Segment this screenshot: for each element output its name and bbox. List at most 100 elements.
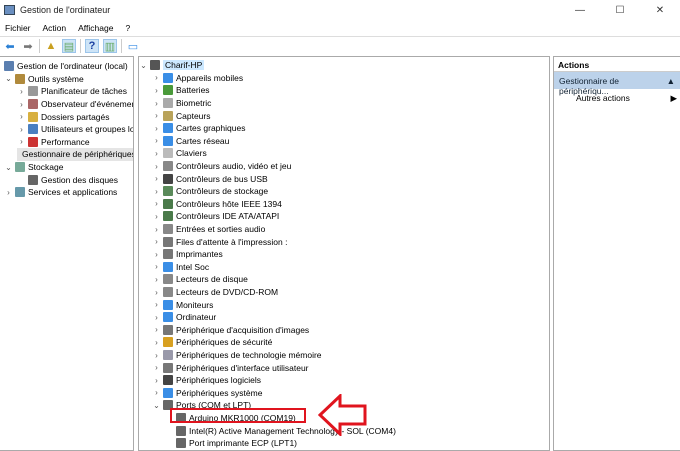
device-category[interactable]: › Files d'attente à l'impression :	[152, 235, 287, 248]
device-category-icon	[163, 98, 173, 109]
maximize-button[interactable]: ☐	[600, 0, 640, 20]
device-category[interactable]: › Cartes réseau	[152, 135, 229, 148]
device-category[interactable]: › Entrées et sorties audio	[152, 223, 265, 236]
chevron-right-icon[interactable]: ›	[17, 100, 26, 109]
device-category[interactable]: › Périphériques de technologie mémoire	[152, 349, 322, 362]
menu-affichage[interactable]: Affichage	[78, 23, 113, 33]
chevron-right-icon[interactable]: ›	[152, 99, 161, 108]
chevron-right-icon[interactable]: ›	[152, 325, 161, 334]
chevron-right-icon[interactable]: ›	[152, 250, 161, 259]
chevron-right-icon[interactable]: ›	[152, 162, 161, 171]
chevron-right-icon[interactable]: ›	[152, 275, 161, 284]
tree-item[interactable]: ⌄ Stockage	[4, 161, 63, 174]
chevron-right-icon[interactable]: ›	[152, 212, 161, 221]
chevron-right-icon[interactable]: ›	[17, 112, 26, 121]
chevron-right-icon[interactable]: ›	[152, 199, 161, 208]
chevron-right-icon[interactable]: ›	[152, 174, 161, 183]
chevron-right-icon[interactable]: ›	[152, 149, 161, 158]
device-category-label: Lecteurs de DVD/CD-ROM	[176, 287, 279, 298]
device-category-icon	[163, 274, 173, 285]
device-category[interactable]: › Ordinateur	[152, 311, 216, 324]
device-category[interactable]: › Appareils mobiles	[152, 72, 243, 85]
chevron-right-icon[interactable]: ›	[152, 363, 161, 372]
device-category[interactable]: › Biometric	[152, 97, 211, 110]
chevron-right-icon[interactable]: ›	[152, 300, 161, 309]
tree-item[interactable]: › Observateur d'événements	[17, 98, 133, 111]
chevron-right-icon[interactable]: ›	[152, 351, 161, 360]
device-category[interactable]: › Contrôleurs audio, vidéo et jeu	[152, 160, 291, 173]
tree-item[interactable]: › Planificateur de tâches	[17, 85, 127, 98]
tree-item[interactable]: ⌄ Outils système	[4, 73, 84, 86]
chevron-right-icon[interactable]: ›	[152, 86, 161, 95]
chevron-down-icon[interactable]: ⌄	[4, 74, 13, 83]
close-button[interactable]: ✕	[640, 0, 680, 20]
device-category[interactable]: › Périphériques système	[152, 387, 262, 400]
device-category[interactable]: › Périphériques de sécurité	[152, 336, 272, 349]
chevron-down-icon[interactable]: ⌄	[152, 401, 161, 410]
tree-item-label: Gestionnaire de périphériques	[22, 149, 134, 160]
device-category[interactable]: › Moniteurs	[152, 298, 213, 311]
tree-item[interactable]: Gestion de l'ordinateur (local)	[0, 60, 128, 73]
device-category[interactable]: › Contrôleurs IDE ATA/ATAPI	[152, 210, 279, 223]
device-category[interactable]: › Lecteurs de DVD/CD-ROM	[152, 286, 278, 299]
chevron-right-icon[interactable]: ›	[152, 73, 161, 82]
device-category[interactable]: › Périphériques logiciels	[152, 374, 261, 387]
chevron-right-icon[interactable]: ›	[152, 262, 161, 271]
port-device[interactable]: Port imprimante ECP (LPT1)	[165, 437, 297, 450]
chevron-right-icon[interactable]: ›	[152, 388, 161, 397]
chevron-right-icon[interactable]: ›	[17, 137, 26, 146]
chevron-down-icon[interactable]: ⌄	[4, 163, 13, 172]
device-category[interactable]: › Imprimantes	[152, 248, 223, 261]
chevron-right-icon[interactable]: ›	[152, 225, 161, 234]
actions-section[interactable]: Gestionnaire de périphériqu... ▲	[554, 72, 680, 96]
device-category[interactable]: › Contrôleurs hôte IEEE 1394	[152, 198, 282, 211]
chevron-right-icon[interactable]: ›	[152, 187, 161, 196]
tree-item[interactable]: › Dossiers partagés	[17, 110, 110, 123]
device-category[interactable]: › Cartes graphiques	[152, 122, 245, 135]
device-category[interactable]: › Intel Soc	[152, 261, 209, 274]
tree-item[interactable]: Gestionnaire de périphériques	[17, 148, 133, 161]
menu-action[interactable]: Action	[43, 23, 67, 33]
chevron-right-icon[interactable]: ›	[17, 87, 26, 96]
chevron-right-icon[interactable]: ›	[4, 188, 13, 197]
tree-item[interactable]: › Services et applications	[4, 186, 117, 199]
chevron-right-icon[interactable]: ›	[152, 376, 161, 385]
computer-node[interactable]: ⌄ Charif-HP	[139, 59, 205, 72]
show-hide-tree-icon[interactable]: ▤	[62, 39, 76, 53]
help-icon[interactable]: ?	[85, 39, 99, 53]
device-category-label: Biometric	[176, 98, 212, 109]
menu-help[interactable]: ?	[125, 23, 130, 33]
chevron-right-icon[interactable]: ›	[152, 124, 161, 133]
forward-arrow-icon[interactable]: ➡	[21, 39, 35, 53]
device-category[interactable]: › Contrôleurs de bus USB	[152, 172, 268, 185]
chevron-right-icon[interactable]: ›	[17, 125, 26, 134]
monitor-icon[interactable]: ▭	[126, 39, 140, 53]
device-category[interactable]: › Contrôleurs de stockage	[152, 185, 268, 198]
tree-item[interactable]: Gestion des disques	[17, 173, 118, 186]
device-category[interactable]: › Claviers	[152, 147, 207, 160]
device-category[interactable]: › Périphériques d'interface utilisateur	[152, 361, 309, 374]
chevron-right-icon[interactable]: ›	[152, 136, 161, 145]
device-category-icon	[163, 287, 173, 298]
back-arrow-icon[interactable]: ⬅	[3, 39, 17, 53]
device-category[interactable]: › Périphérique d'acquisition d'images	[152, 324, 309, 337]
device-category[interactable]: › Capteurs	[152, 109, 211, 122]
chevron-right-icon[interactable]: ›	[152, 237, 161, 246]
tree-item-icon	[15, 162, 25, 173]
tree-item[interactable]: › Utilisateurs et groupes locaux	[17, 123, 133, 136]
menu-fichier[interactable]: Fichier	[5, 23, 31, 33]
collapse-icon[interactable]: ▲	[667, 76, 675, 86]
tree-item[interactable]: › Performance	[17, 136, 90, 149]
minimize-button[interactable]: —	[560, 0, 600, 20]
chevron-down-icon[interactable]: ⌄	[139, 61, 148, 70]
chevron-right-icon[interactable]: ›	[152, 288, 161, 297]
chevron-right-icon[interactable]: ›	[152, 313, 161, 322]
device-category[interactable]: › Lecteurs de disque	[152, 273, 248, 286]
device-category[interactable]: › Batteries	[152, 84, 210, 97]
show-hide-action-pane-icon[interactable]: ▥	[103, 39, 117, 53]
console-tree[interactable]: Gestion de l'ordinateur (local) ⌄ Outils s…	[0, 56, 134, 451]
chevron-right-icon[interactable]: ›	[152, 338, 161, 347]
up-folder-icon[interactable]: ▲	[44, 39, 58, 53]
device-tree[interactable]: ⌄ Charif-HP › Appareils mobiles › Batteries › B…	[138, 56, 550, 451]
chevron-right-icon[interactable]: ›	[152, 111, 161, 120]
